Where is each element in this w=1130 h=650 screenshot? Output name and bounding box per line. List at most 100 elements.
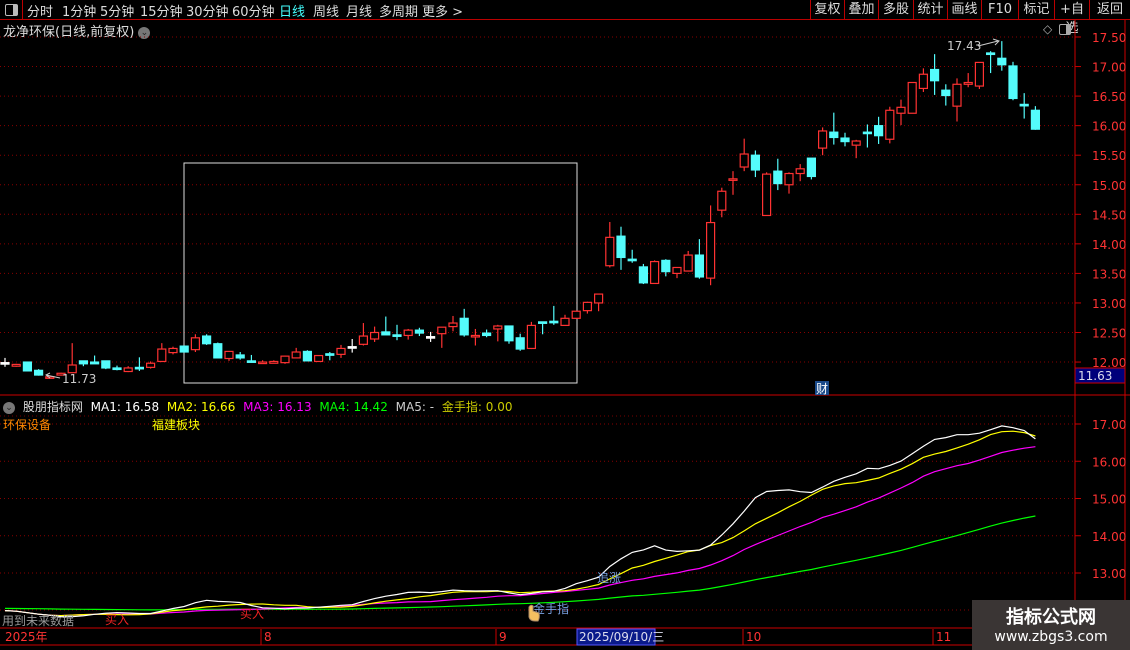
candle[interactable] — [952, 78, 962, 122]
candle[interactable] — [873, 116, 884, 144]
candle[interactable] — [347, 339, 357, 353]
candle[interactable] — [112, 365, 122, 371]
candle[interactable] — [403, 328, 413, 340]
candle[interactable] — [224, 350, 234, 361]
candle[interactable] — [202, 334, 212, 345]
candle[interactable] — [448, 315, 458, 332]
price-axis-label: 16.00 — [1092, 120, 1126, 134]
candle[interactable] — [0, 357, 10, 367]
candle[interactable] — [493, 324, 503, 342]
candle[interactable] — [571, 310, 581, 319]
candle[interactable] — [806, 157, 817, 180]
candle[interactable] — [258, 360, 268, 365]
candle[interactable] — [246, 354, 256, 363]
candle[interactable] — [437, 326, 447, 348]
price-axis-label: 14.00 — [1092, 238, 1126, 252]
candle[interactable] — [426, 331, 436, 342]
candle[interactable] — [459, 308, 469, 337]
candle[interactable] — [1019, 93, 1029, 119]
candle[interactable] — [392, 324, 402, 341]
buy-signal: 买入 — [105, 613, 129, 627]
zhuizhang-signal: 追涨 — [597, 570, 621, 585]
candle[interactable] — [672, 266, 682, 279]
candle[interactable] — [683, 250, 693, 272]
chevron-down-icon[interactable]: ⌄ — [3, 401, 15, 414]
candle[interactable] — [918, 68, 929, 92]
sector-tag[interactable]: 福建板块 — [152, 416, 200, 433]
candle[interactable] — [123, 366, 133, 373]
candle[interactable] — [929, 54, 940, 95]
candle[interactable] — [784, 172, 794, 194]
candle[interactable] — [862, 124, 873, 148]
candle[interactable] — [482, 329, 492, 338]
candle[interactable] — [78, 360, 89, 367]
candle[interactable] — [179, 345, 189, 353]
sector-tag[interactable]: 环保设备 — [3, 416, 51, 433]
candle[interactable] — [134, 357, 144, 371]
candle[interactable] — [1030, 106, 1041, 130]
candle[interactable] — [1008, 61, 1018, 101]
candle[interactable] — [269, 360, 279, 364]
candle[interactable] — [649, 260, 660, 285]
candle[interactable] — [739, 138, 749, 172]
candle[interactable] — [750, 150, 761, 178]
candle[interactable] — [302, 350, 312, 362]
candle[interactable] — [840, 132, 850, 147]
candle[interactable] — [885, 106, 895, 144]
candle[interactable] — [190, 334, 200, 353]
candle[interactable] — [325, 352, 335, 361]
future-data-warning: 用到未来数据 — [2, 613, 74, 628]
candle[interactable] — [235, 352, 245, 360]
candle[interactable] — [985, 51, 996, 74]
candle[interactable] — [291, 347, 301, 359]
candle[interactable] — [795, 164, 805, 182]
candle[interactable] — [504, 325, 514, 344]
candle[interactable] — [773, 158, 783, 191]
candle[interactable] — [941, 84, 951, 106]
candle[interactable] — [627, 249, 637, 263]
candle[interactable] — [89, 355, 100, 365]
candle[interactable] — [213, 342, 223, 359]
candle[interactable] — [705, 205, 716, 286]
candle[interactable] — [146, 361, 156, 369]
candle[interactable] — [616, 226, 626, 270]
candle[interactable] — [907, 81, 917, 114]
candle[interactable] — [593, 293, 604, 312]
candle[interactable] — [414, 327, 424, 337]
candle[interactable] — [896, 99, 906, 126]
candle[interactable] — [817, 127, 828, 156]
candle[interactable] — [694, 239, 705, 279]
candle[interactable] — [728, 171, 738, 195]
candle[interactable] — [974, 61, 985, 90]
candle[interactable] — [761, 172, 772, 217]
candle[interactable] — [526, 321, 537, 350]
candle[interactable] — [67, 343, 77, 374]
price-axis-label: 16.50 — [1092, 90, 1126, 104]
kline-chart[interactable]: 17.50 17.00 16.50 16.00 15.50 15.00 14.50 14.00… — [0, 0, 1130, 650]
candle[interactable] — [515, 333, 525, 351]
candle[interactable] — [22, 361, 32, 372]
candle[interactable] — [638, 263, 649, 285]
candle[interactable] — [336, 344, 346, 358]
candle[interactable] — [314, 354, 324, 363]
candle[interactable] — [280, 355, 290, 364]
candle[interactable] — [537, 321, 548, 335]
indicator-name[interactable]: 股朋指标网 — [23, 400, 83, 414]
candle[interactable] — [168, 346, 178, 355]
candle[interactable] — [101, 360, 111, 370]
candle[interactable] — [157, 343, 167, 363]
candle[interactable] — [829, 112, 839, 145]
candle[interactable] — [605, 221, 615, 268]
candle[interactable] — [381, 316, 391, 336]
candle[interactable] — [549, 305, 559, 325]
candle[interactable] — [370, 326, 380, 342]
candle[interactable] — [560, 314, 570, 327]
candle[interactable] — [851, 139, 861, 159]
candle[interactable] — [358, 323, 368, 346]
candle[interactable] — [717, 187, 727, 218]
candle[interactable] — [963, 73, 973, 88]
candle[interactable] — [470, 328, 480, 346]
candle[interactable] — [11, 363, 21, 367]
candle[interactable] — [33, 369, 44, 376]
candle[interactable] — [582, 301, 593, 314]
